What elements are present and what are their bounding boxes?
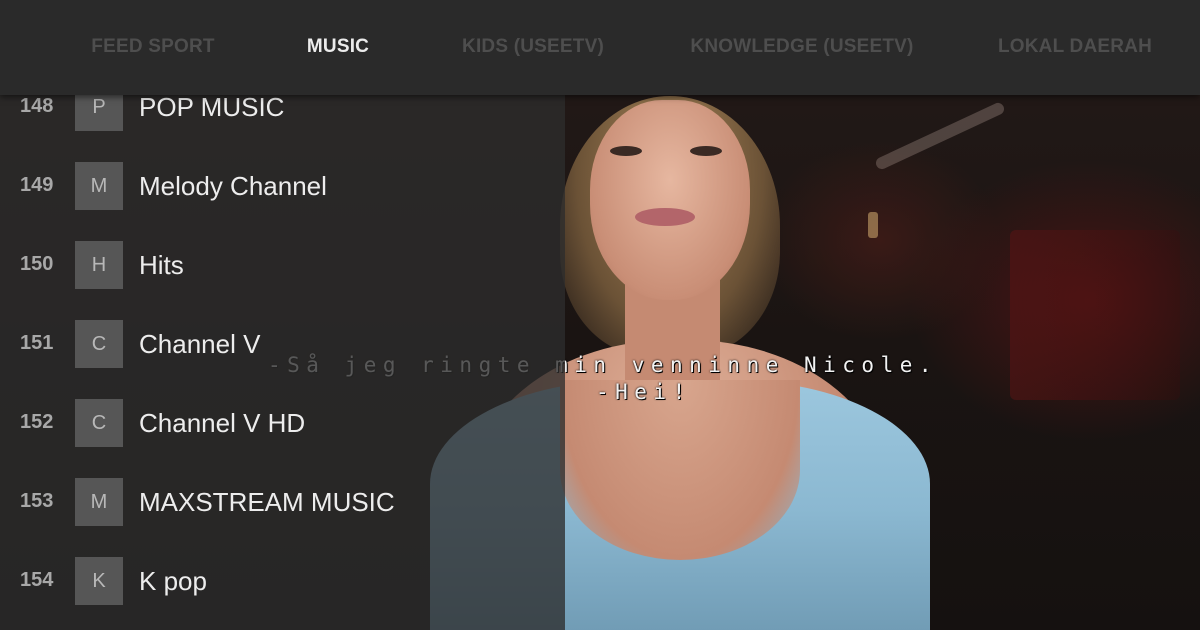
channel-name: Melody Channel xyxy=(139,171,327,201)
channel-row[interactable]: 150 H Hits xyxy=(0,226,565,305)
channel-name: K pop xyxy=(139,566,207,596)
person-lips xyxy=(635,208,695,226)
channel-row[interactable]: 153 M MAXSTREAM MUSIC xyxy=(0,463,565,542)
person-eye-right xyxy=(690,146,722,156)
channel-number: 154 xyxy=(20,569,54,591)
person-face xyxy=(590,100,750,300)
channel-logo-placeholder: M xyxy=(75,162,123,210)
channel-name: Channel V xyxy=(139,329,261,359)
channel-number: 149 xyxy=(20,174,54,196)
channel-name: Channel V HD xyxy=(139,408,306,438)
tab-knowledge-useetv[interactable]: KNOWLEDGE (USEETV) xyxy=(690,36,913,58)
tab-kids-useetv[interactable]: KIDS (USEETV) xyxy=(462,36,604,58)
tab-music[interactable]: MUSIC xyxy=(307,36,369,58)
channel-logo-placeholder: C xyxy=(75,320,123,368)
channel-name: Hits xyxy=(139,250,184,280)
person-neckline xyxy=(560,380,800,560)
channel-logo-placeholder: H xyxy=(75,241,123,289)
channel-number: 153 xyxy=(20,490,54,512)
channel-list: 148 P POP MUSIC 149 M Melody Channel 150… xyxy=(0,95,565,630)
channel-logo-placeholder: K xyxy=(75,557,123,605)
channel-row[interactable]: 149 M Melody Channel xyxy=(0,147,565,226)
channel-number: 152 xyxy=(20,411,54,433)
channel-row[interactable]: 151 C Channel V xyxy=(0,305,565,384)
person-eye-left xyxy=(610,146,642,156)
channel-logo-placeholder: P xyxy=(75,95,123,131)
channel-row[interactable]: 154 K K pop xyxy=(0,542,565,621)
channel-logo-placeholder: M xyxy=(75,478,123,526)
channel-number: 150 xyxy=(20,253,54,275)
category-tab-bar: FEED SPORT MUSIC KIDS (USEETV) KNOWLEDGE… xyxy=(0,0,1200,95)
channel-name: POP MUSIC xyxy=(139,95,285,122)
channel-name: MAXSTREAM MUSIC xyxy=(139,487,395,517)
channel-number: 151 xyxy=(20,332,54,354)
channel-row[interactable]: 148 P POP MUSIC xyxy=(0,95,565,147)
channel-row[interactable]: 152 C Channel V HD xyxy=(0,384,565,463)
channel-logo-placeholder: C xyxy=(75,399,123,447)
tab-feed-sport[interactable]: FEED SPORT xyxy=(91,36,214,58)
tab-lokal-daerah[interactable]: LOKAL DAERAH xyxy=(998,36,1152,58)
channel-number: 148 xyxy=(20,95,54,117)
